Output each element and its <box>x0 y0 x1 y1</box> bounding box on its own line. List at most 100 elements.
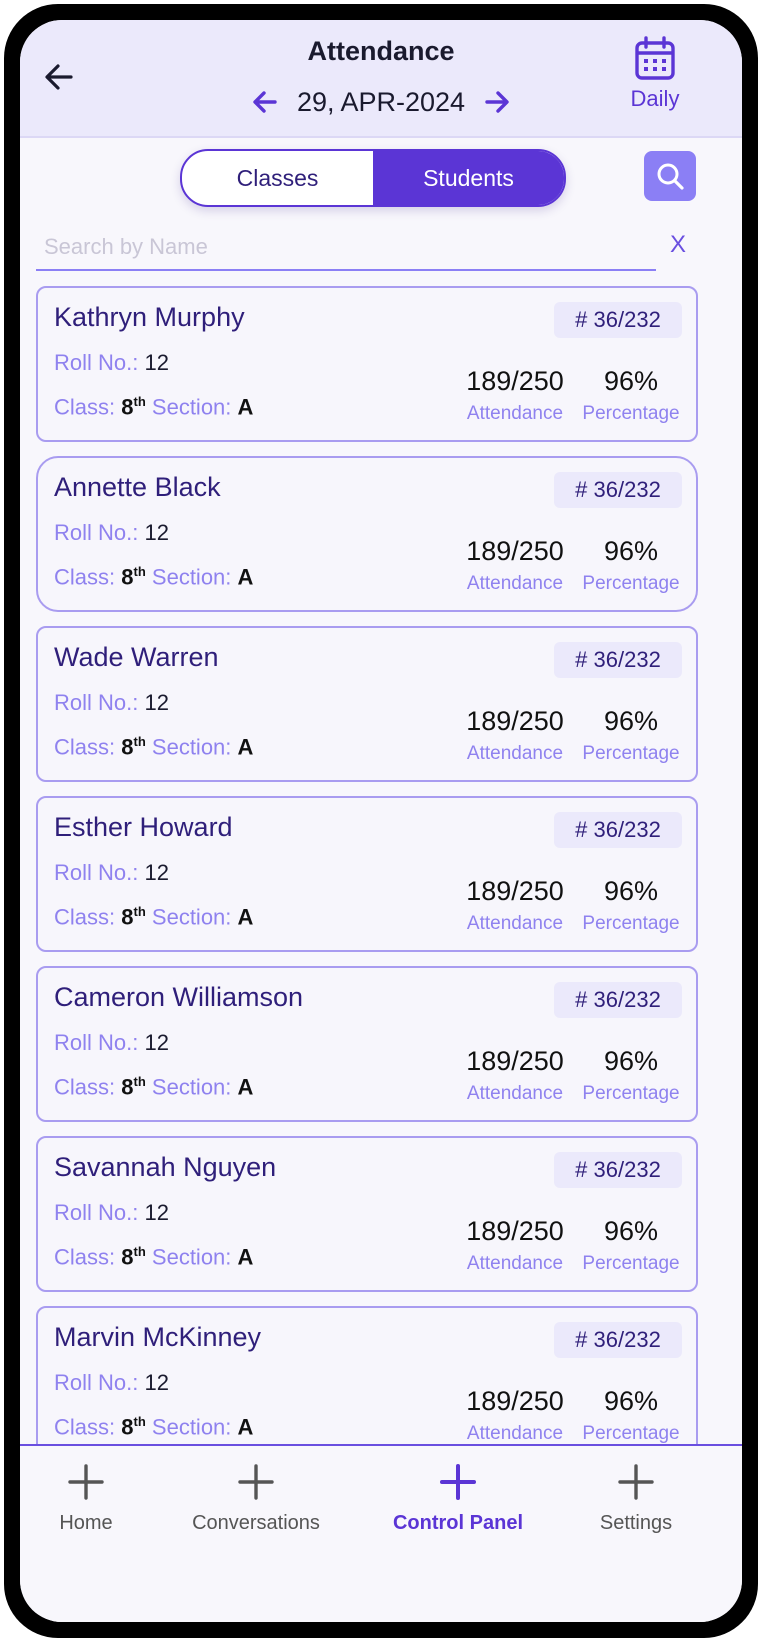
student-name: Annette Black <box>54 472 221 502</box>
class-suffix: th <box>133 564 146 579</box>
student-card[interactable]: Marvin McKinney # 36/232 Roll No.: 12 Class… <box>36 1306 698 1462</box>
class-label: Class: <box>54 1074 116 1100</box>
class-section-row: Class: 8th Section: A <box>54 394 253 420</box>
student-name: Savannah Nguyen <box>54 1152 277 1182</box>
class-value: 8 <box>121 1244 134 1270</box>
attendance-stat: 189/250 Attendance <box>450 366 580 425</box>
roll-number-label: Roll No.: <box>54 350 139 375</box>
percentage-value: 96% <box>603 1216 659 1246</box>
search-bar: X <box>36 225 726 273</box>
attendance-label: Attendance <box>466 573 564 594</box>
nav-label: Control Panel <box>392 1512 523 1534</box>
roll-number-value: 12 <box>144 1200 169 1225</box>
attendance-stat: 189/250 Attendance <box>450 706 580 765</box>
section-label: Section: <box>151 734 232 760</box>
plus-icon <box>440 1464 476 1500</box>
roll-number-value: 12 <box>144 1370 169 1395</box>
roll-number-row: Roll No.: 12 <box>54 1370 169 1396</box>
search-button[interactable] <box>644 151 696 201</box>
class-label: Class: <box>54 734 116 760</box>
plus-icon <box>68 1464 104 1500</box>
classes-students-toggle: Classes Students <box>180 149 566 207</box>
device-frame: Attendance 29, APR-2024 Daily Classes St… <box>4 4 758 1638</box>
nav-item-settings[interactable]: Settings <box>556 1462 716 1535</box>
tab-students[interactable]: Students <box>373 151 564 205</box>
class-section-row: Class: 8th Section: A <box>54 1244 253 1270</box>
percentage-stat: 96% Percentage <box>566 1386 696 1445</box>
tab-classes[interactable]: Classes <box>182 151 373 205</box>
percentage-value: 96% <box>603 536 659 566</box>
student-card[interactable]: Esther Howard # 36/232 Roll No.: 12 Class: … <box>36 796 698 952</box>
student-name: Marvin McKinney <box>54 1322 262 1352</box>
view-mode-label: Daily <box>630 86 680 111</box>
attendance-label: Attendance <box>466 913 564 934</box>
roll-number-row: Roll No.: 12 <box>54 860 169 886</box>
roll-number-label: Roll No.: <box>54 520 139 545</box>
percentage-value: 96% <box>603 1046 659 1076</box>
rank-badge: # 36/232 <box>554 642 682 678</box>
class-value: 8 <box>121 1074 134 1100</box>
rank-badge: # 36/232 <box>554 1152 682 1188</box>
student-card[interactable]: Savannah Nguyen # 36/232 Roll No.: 12 Class… <box>36 1136 698 1292</box>
roll-number-label: Roll No.: <box>54 860 139 885</box>
view-mode-button[interactable]: Daily <box>620 36 690 132</box>
percentage-label: Percentage <box>582 573 680 594</box>
nav-label: Settings <box>599 1512 673 1534</box>
section-value: A <box>237 734 254 760</box>
plus-icon <box>618 1464 654 1500</box>
attendance-value: 189/250 <box>466 1216 564 1246</box>
percentage-label: Percentage <box>582 1423 680 1444</box>
attendance-value: 189/250 <box>466 876 564 906</box>
rank-badge: # 36/232 <box>554 302 682 338</box>
search-icon <box>657 163 684 190</box>
clear-search-button[interactable]: X <box>670 231 686 259</box>
percentage-value: 96% <box>603 1386 659 1416</box>
percentage-label: Percentage <box>582 913 680 934</box>
attendance-label: Attendance <box>466 403 564 424</box>
nav-item-conversations[interactable]: Conversations <box>176 1462 336 1535</box>
calendar-icon <box>635 36 675 80</box>
percentage-label: Percentage <box>582 403 680 424</box>
next-date-button[interactable] <box>483 88 511 116</box>
class-label: Class: <box>54 1244 116 1270</box>
nav-item-control-panel[interactable]: Control Panel <box>378 1462 538 1535</box>
class-value: 8 <box>121 394 134 420</box>
attendance-value: 189/250 <box>466 1386 564 1416</box>
student-list[interactable]: Kathryn Murphy # 36/232 Roll No.: 12 Class:… <box>36 286 730 1526</box>
class-suffix: th <box>133 904 146 919</box>
class-value: 8 <box>121 564 134 590</box>
percentage-stat: 96% Percentage <box>566 706 696 765</box>
class-suffix: th <box>133 1244 146 1259</box>
class-section-row: Class: 8th Section: A <box>54 734 253 760</box>
student-card[interactable]: Annette Black # 36/232 Roll No.: 12 Class: … <box>36 456 698 612</box>
previous-date-button[interactable] <box>251 88 279 116</box>
student-card[interactable]: Kathryn Murphy # 36/232 Roll No.: 12 Class:… <box>36 286 698 442</box>
student-card[interactable]: Wade Warren # 36/232 Roll No.: 12 Class: 8t… <box>36 626 698 782</box>
class-value: 8 <box>121 734 134 760</box>
class-label: Class: <box>54 1414 116 1440</box>
attendance-stat: 189/250 Attendance <box>450 876 580 935</box>
student-name: Esther Howard <box>54 812 233 842</box>
nav-item-home[interactable]: Home <box>20 1462 166 1535</box>
current-date: 29, APR-2024 <box>296 86 466 117</box>
student-name: Cameron Williamson <box>54 982 304 1012</box>
percentage-label: Percentage <box>582 1253 680 1274</box>
student-card[interactable]: Cameron Williamson # 36/232 Roll No.: 12 Cl… <box>36 966 698 1122</box>
roll-number-label: Roll No.: <box>54 1370 139 1395</box>
section-label: Section: <box>151 904 232 930</box>
roll-number-row: Roll No.: 12 <box>54 1030 169 1056</box>
section-label: Section: <box>151 394 232 420</box>
section-value: A <box>237 904 254 930</box>
roll-number-value: 12 <box>144 860 169 885</box>
bottom-navigation: Home Conversations Control Panel Settings <box>20 1444 742 1622</box>
percentage-stat: 96% Percentage <box>566 1216 696 1275</box>
attendance-label: Attendance <box>466 743 564 764</box>
search-input[interactable] <box>36 225 656 271</box>
percentage-stat: 96% Percentage <box>566 536 696 595</box>
percentage-stat: 96% Percentage <box>566 876 696 935</box>
plus-icon <box>238 1464 274 1500</box>
section-label: Section: <box>151 564 232 590</box>
class-section-row: Class: 8th Section: A <box>54 904 253 930</box>
section-value: A <box>237 394 254 420</box>
rank-badge: # 36/232 <box>554 1322 682 1358</box>
